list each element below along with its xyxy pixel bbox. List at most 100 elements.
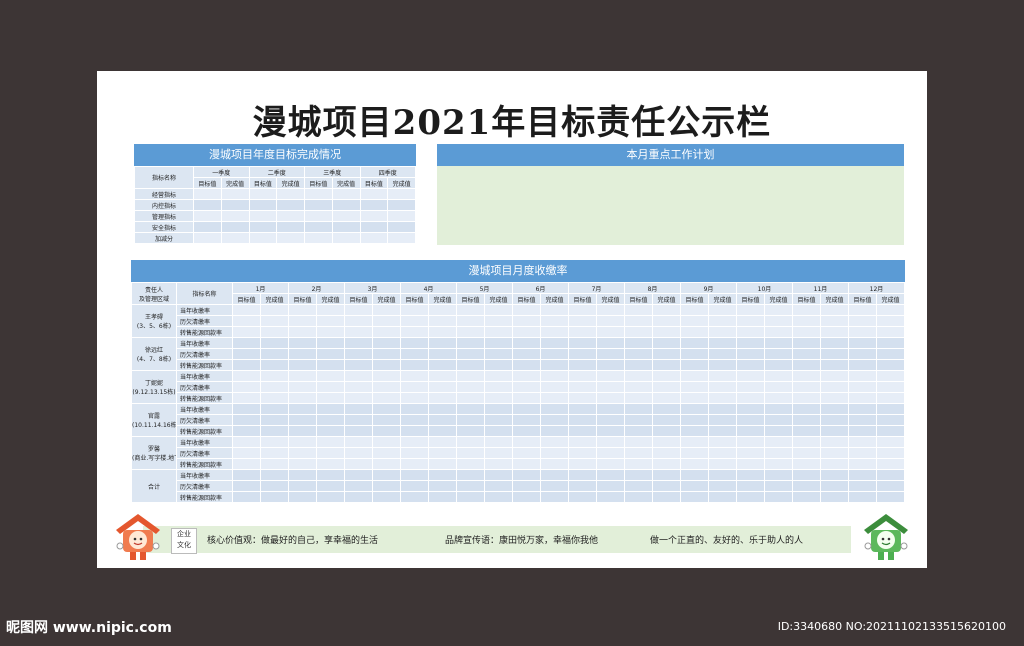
person-name: 丁妮妮 [144,380,163,387]
monthly-row: 历欠清缴率 [132,381,905,393]
monthly-row: 罗馨 (商业.写字楼.地下室)当年收缴率 [131,436,905,470]
monthly-cell [428,469,457,481]
annual-cell [276,221,305,233]
month-header: 3月 [344,282,401,294]
monthly-cell [260,469,289,481]
monthly-cell [400,304,429,316]
monthly-cell [540,469,569,481]
target-header: 目标值 [288,293,317,305]
monthly-cell [876,447,905,459]
monthly-cell [484,381,513,393]
monthly-row: 历欠清缴率 [132,480,905,492]
monthly-cell [344,381,373,393]
person-name: 合计 [147,483,160,491]
monthly-cell [400,414,429,426]
monthly-cell [736,337,765,349]
monthly-cell [848,447,877,459]
monthly-cell [260,425,289,437]
monthly-cell [400,425,429,437]
monthly-cell [372,480,401,492]
monthly-cell [260,348,289,360]
annual-row: 安全指标 [134,221,416,233]
target-header: 目标值 [304,177,333,189]
monthly-cell [764,469,793,481]
monthly-cell [260,458,289,470]
metric-header: 指标名称 [176,282,233,305]
monthly-cell [736,326,765,338]
metric-label: 历欠清缴率 [176,381,233,393]
monthly-cell [232,359,261,371]
monthly-cell [372,315,401,327]
monthly-cell [260,447,289,459]
monthly-cell [428,359,457,371]
monthly-cell [596,304,625,316]
metric-label: 当年收缴率 [176,436,233,448]
monthly-cell [512,392,541,404]
monthly-cell [848,348,877,360]
annual-row-label: 管理指标 [134,210,194,222]
monthly-cell [400,337,429,349]
metric-label: 历欠清缴率 [176,480,233,492]
monthly-cell [652,491,681,503]
monthly-cell [596,458,625,470]
responsible-person: 丁妮妮 (9.12.13.15栋) [131,370,177,404]
monthly-cell [484,425,513,437]
monthly-cell [260,359,289,371]
monthly-cell [596,337,625,349]
monthly-cell [680,348,709,360]
monthly-cell [820,392,849,404]
monthly-cell [652,348,681,360]
monthly-cell [680,469,709,481]
annual-cell [248,199,278,211]
monthly-cell [848,315,877,327]
monthly-cell [624,436,653,448]
monthly-cell [260,414,289,426]
monthly-cell [344,326,373,338]
monthly-cell [484,304,513,316]
monthly-cell [680,458,709,470]
monthly-cell [288,315,317,327]
monthly-cell [428,491,457,503]
done-header: 完成值 [428,293,457,305]
annual-cell [193,188,222,200]
monthly-cell [316,381,345,393]
annual-cell [220,210,250,222]
monthly-cell [624,337,653,349]
monthly-cell [624,425,653,437]
monthly-cell [708,370,737,382]
monthly-cell [736,304,765,316]
monthly-cell [708,414,737,426]
target-header: 目标值 [736,293,765,305]
annual-cell [331,199,361,211]
monthly-cell [512,480,541,492]
monthly-cell [372,381,401,393]
annual-cell [276,232,305,244]
annual-cell [248,210,278,222]
monthly-cell [484,348,513,360]
monthly-row: 王孝碍 (3、5、6栋) 当年收缴率 [131,304,905,338]
monthly-cell [596,370,625,382]
monthly-cell [288,392,317,404]
board-title: 漫城项目2021年目标责任公示栏 [252,103,772,143]
monthly-cell [652,359,681,371]
monthly-cell [652,414,681,426]
monthly-cell [372,469,401,481]
monthly-cell [260,315,289,327]
annual-row-label: 内控指标 [134,199,194,211]
done-header: 完成值 [652,293,681,305]
monthly-cell [400,381,429,393]
monthly-cell [484,315,513,327]
monthly-cell [848,392,877,404]
annual-cell [331,232,361,244]
annual-cell [331,210,361,222]
monthly-row: 转售能源回款率 [132,425,905,437]
monthly-cell [512,458,541,470]
monthly-cell [260,392,289,404]
monthly-cell [652,458,681,470]
annual-cell [304,188,333,200]
monthly-cell [764,348,793,360]
annual-row-label: 加减分 [134,232,194,244]
monthly-cell [512,348,541,360]
monthly-cell [232,480,261,492]
month-header: 9月 [680,282,737,294]
